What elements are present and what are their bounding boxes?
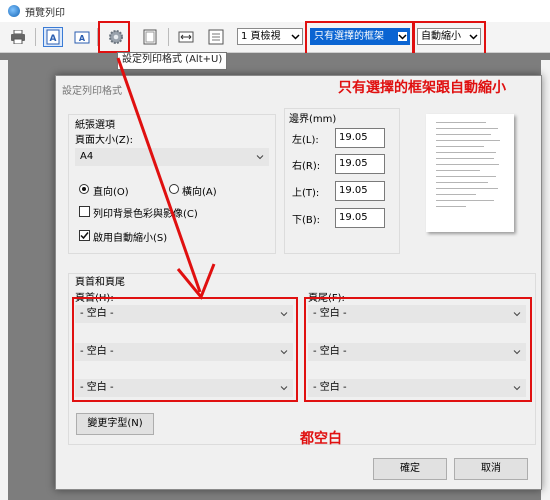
annotation-arrow (116, 57, 216, 300)
